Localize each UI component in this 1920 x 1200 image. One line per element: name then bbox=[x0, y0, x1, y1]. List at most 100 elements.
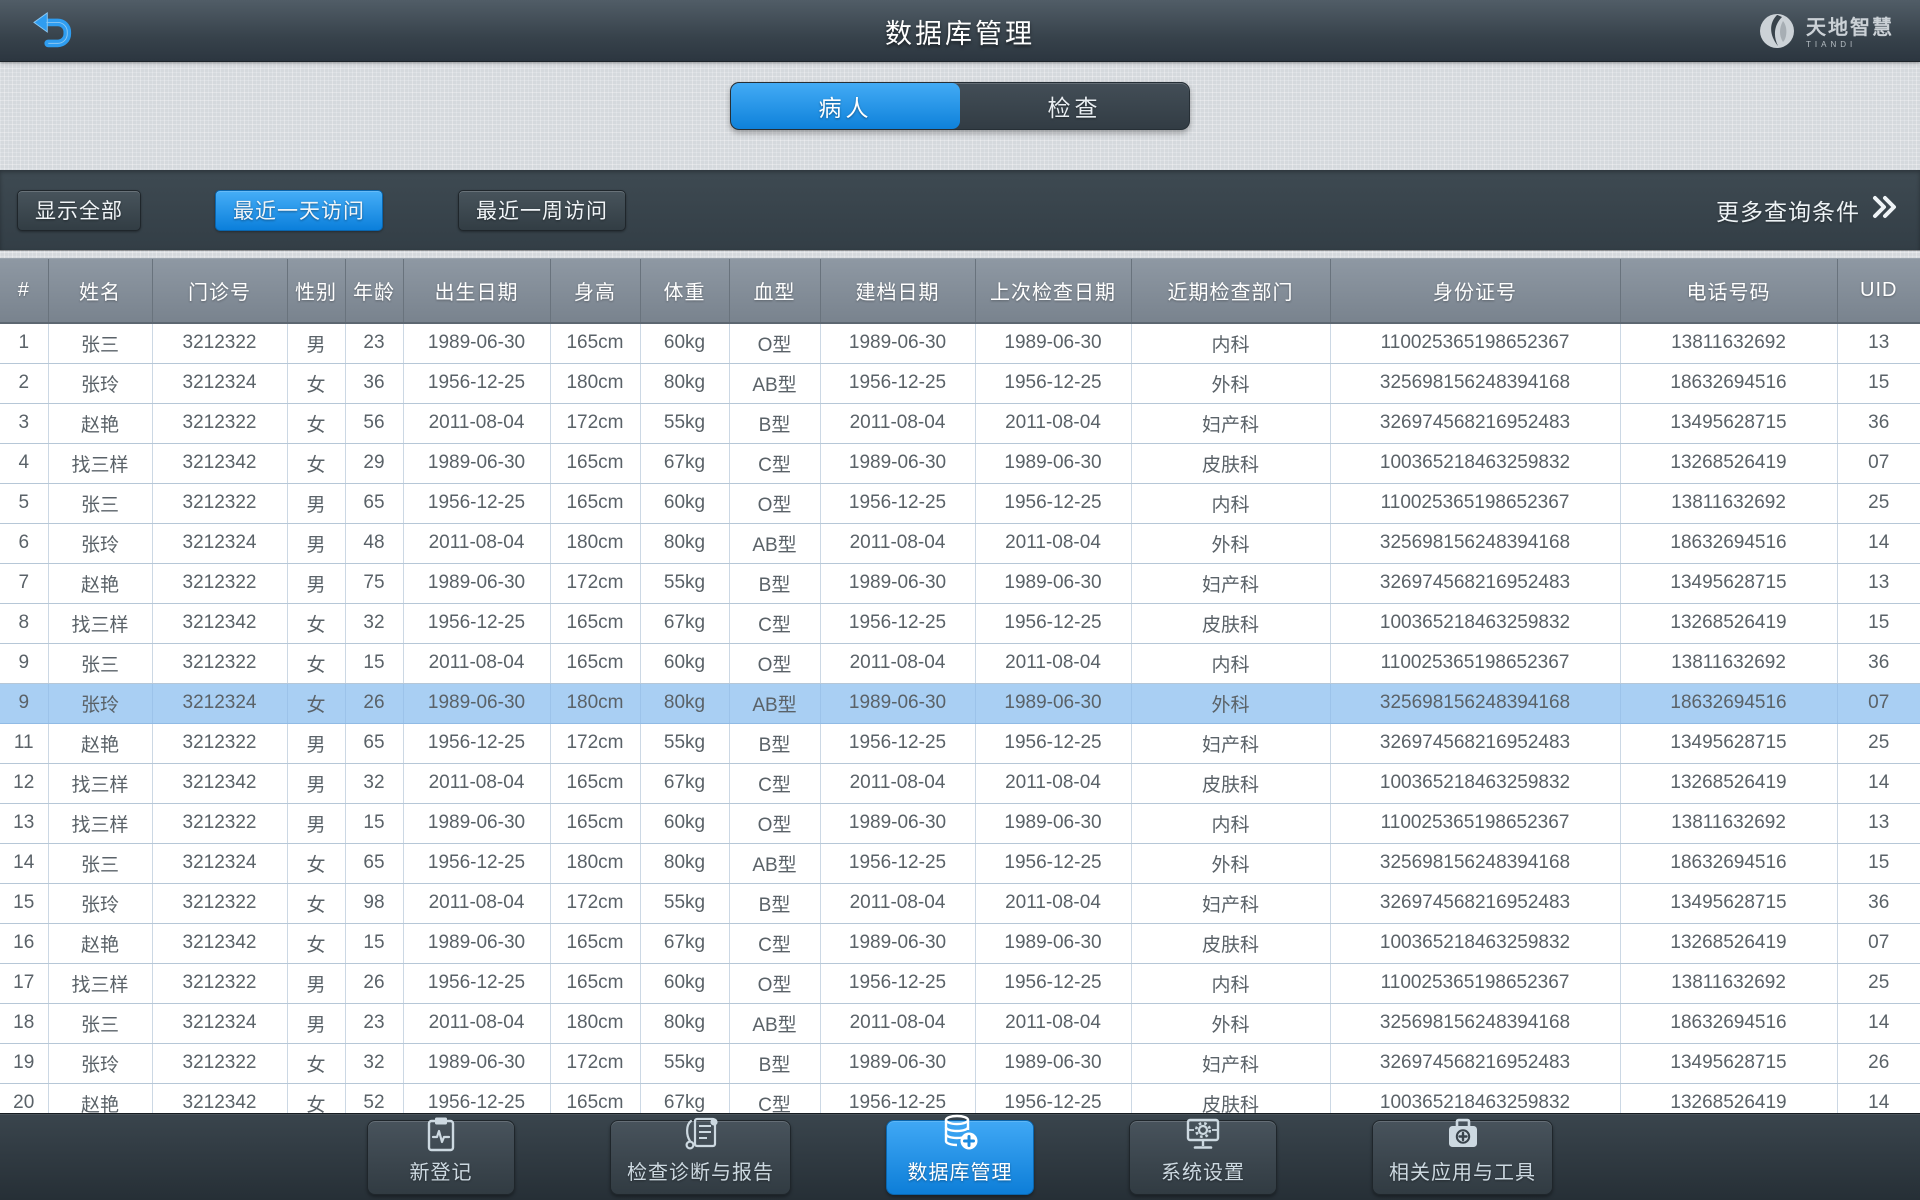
table-cell: 100365218463259832 bbox=[1330, 763, 1621, 804]
filter-last-week-button[interactable]: 最近一周访问 bbox=[458, 189, 626, 231]
table-cell: 皮肤科 bbox=[1131, 923, 1331, 964]
table-cell: AB型 bbox=[729, 843, 821, 884]
nav-label: 检查诊断与报告 bbox=[627, 1161, 774, 1184]
table-cell: 32 bbox=[345, 1043, 404, 1084]
table-cell: 张三 bbox=[48, 323, 153, 364]
table-cell: 60kg bbox=[640, 803, 730, 844]
table-row[interactable]: 16 赵艳 3212342 女 15 1989-06-30 165cm 67kg C型 1989-… bbox=[0, 923, 1920, 964]
table-cell: 皮肤科 bbox=[1131, 763, 1331, 804]
column-header: 年龄 bbox=[345, 259, 404, 324]
table-cell: 内科 bbox=[1131, 483, 1331, 524]
table-cell: 1956-12-25 bbox=[820, 963, 976, 1004]
table-cell: 80kg bbox=[640, 683, 730, 724]
nav-system-settings-button[interactable]: 系统设置 bbox=[1129, 1118, 1277, 1195]
table-cell: 172cm bbox=[550, 883, 641, 924]
table-cell: 325698156248394168 bbox=[1330, 683, 1621, 724]
nav-related-apps-tools-button[interactable]: 相关应用与工具 bbox=[1372, 1118, 1553, 1195]
table-cell: 55kg bbox=[640, 723, 730, 764]
table-cell: 180cm bbox=[550, 843, 641, 884]
table-cell: 19 bbox=[0, 1043, 49, 1084]
table-row[interactable]: 11 赵艳 3212322 男 65 1956-12-25 172cm 55kg B型 1956-… bbox=[0, 723, 1920, 764]
table-cell: 80kg bbox=[640, 1003, 730, 1044]
table-row[interactable]: 4 找三样 3212342 女 29 1989-06-30 165cm 67kg C型 1989-… bbox=[0, 443, 1920, 484]
table-row[interactable]: 2 张玲 3212324 女 36 1956-12-25 180cm 80kg AB型 1956-… bbox=[0, 363, 1920, 404]
table-cell: O型 bbox=[729, 323, 821, 364]
table-row[interactable]: 1 张三 3212322 男 23 1989-06-30 165cm 60kg O型 1989-0… bbox=[0, 323, 1920, 364]
table-cell: 找三样 bbox=[48, 603, 153, 644]
table-cell: 女 bbox=[287, 683, 346, 724]
table-cell: 180cm bbox=[550, 1003, 641, 1044]
table-cell: 3212324 bbox=[152, 683, 288, 724]
table-row[interactable]: 9 张三 3212322 女 15 2011-08-04 165cm 60kg O型 2011-0… bbox=[0, 643, 1920, 684]
table-cell: C型 bbox=[729, 603, 821, 644]
table-row[interactable]: 5 张三 3212322 男 65 1956-12-25 165cm 60kg O型 1956-1… bbox=[0, 483, 1920, 524]
table-cell: 36 bbox=[1837, 883, 1920, 924]
column-header: UID bbox=[1837, 259, 1920, 324]
table-cell: AB型 bbox=[729, 363, 821, 404]
table-cell: 1956-12-25 bbox=[975, 603, 1132, 644]
tab-examination[interactable]: 检查 bbox=[960, 83, 1189, 129]
table-cell: 18632694516 bbox=[1620, 683, 1838, 724]
table-cell: 张玲 bbox=[48, 1043, 153, 1084]
table-cell: 1956-12-25 bbox=[975, 843, 1132, 884]
table-cell: 13 bbox=[1837, 803, 1920, 844]
nav-exam-report-button[interactable]: 检查诊断与报告 bbox=[610, 1117, 791, 1195]
column-header: 上次检查日期 bbox=[975, 259, 1132, 324]
table-row[interactable]: 15 张玲 3212322 女 98 2011-08-04 172cm 55kg B型 2011-… bbox=[0, 883, 1920, 924]
table-cell: 13268526419 bbox=[1620, 603, 1838, 644]
table-cell: 13 bbox=[1837, 323, 1920, 364]
table-row[interactable]: 12 找三样 3212342 男 32 2011-08-04 165cm 67kg C型 2011… bbox=[0, 763, 1920, 804]
table-cell: 1956-12-25 bbox=[403, 963, 551, 1004]
table-row[interactable]: 3 赵艳 3212322 女 56 2011-08-04 172cm 55kg B型 2011-0… bbox=[0, 403, 1920, 444]
table-cell: B型 bbox=[729, 1043, 821, 1084]
filter-last-day-button[interactable]: 最近一天访问 bbox=[215, 189, 383, 231]
table-cell: 110025365198652367 bbox=[1330, 963, 1621, 1004]
table-cell: 12 bbox=[0, 763, 49, 804]
table-row[interactable]: 19 张玲 3212322 女 32 1989-06-30 172cm 55kg B型 1989-… bbox=[0, 1043, 1920, 1084]
table-cell: 325698156248394168 bbox=[1330, 843, 1621, 884]
table-cell: B型 bbox=[729, 563, 821, 604]
table-cell: 外科 bbox=[1131, 1003, 1331, 1044]
table-row[interactable]: 7 赵艳 3212322 男 75 1989-06-30 172cm 55kg B型 1989-0… bbox=[0, 563, 1920, 604]
more-query-conditions-label: 更多查询条件 bbox=[1716, 199, 1860, 225]
table-cell: 妇产科 bbox=[1131, 563, 1331, 604]
table-cell: 3212322 bbox=[152, 803, 288, 844]
table-row[interactable]: 18 张三 3212324 男 23 2011-08-04 180cm 80kg AB型 2011… bbox=[0, 1003, 1920, 1044]
table-cell: 1989-06-30 bbox=[403, 323, 551, 364]
table-cell: 15 bbox=[345, 643, 404, 684]
table-cell: 3212324 bbox=[152, 523, 288, 564]
brand-subname: TIANDI bbox=[1806, 40, 1857, 49]
table-cell: 13495628715 bbox=[1620, 723, 1838, 764]
table-cell: 25 bbox=[1837, 723, 1920, 764]
table-cell: 1956-12-25 bbox=[975, 963, 1132, 1004]
table-cell: 23 bbox=[345, 323, 404, 364]
tab-group: 病人 检查 bbox=[730, 82, 1190, 130]
table-cell: 女 bbox=[287, 1043, 346, 1084]
tab-patient[interactable]: 病人 bbox=[731, 83, 960, 129]
filter-show-all-button[interactable]: 显示全部 bbox=[17, 189, 141, 231]
nav-database-management-button[interactable]: 数据库管理 bbox=[886, 1114, 1034, 1195]
table-cell: 60kg bbox=[640, 483, 730, 524]
column-header: # bbox=[0, 259, 49, 324]
nav-new-registration-button[interactable]: 新登记 bbox=[367, 1117, 515, 1195]
table-row[interactable]: 6 张玲 3212324 男 48 2011-08-04 180cm 80kg AB型 2011-… bbox=[0, 523, 1920, 564]
table-cell: 14 bbox=[1837, 763, 1920, 804]
more-query-conditions-link[interactable]: 更多查询条件 bbox=[1716, 193, 1898, 227]
table-row[interactable]: 17 找三样 3212322 男 26 1956-12-25 165cm 60kg O型 1956… bbox=[0, 963, 1920, 1004]
table-row[interactable]: 13 找三样 3212322 男 15 1989-06-30 165cm 60kg O型 1989… bbox=[0, 803, 1920, 844]
table-row[interactable]: 8 找三样 3212342 女 32 1956-12-25 165cm 67kg C型 1956-… bbox=[0, 603, 1920, 644]
table-cell: O型 bbox=[729, 483, 821, 524]
table-cell: 2011-08-04 bbox=[403, 763, 551, 804]
table-cell: 13268526419 bbox=[1620, 923, 1838, 964]
table-cell: 3 bbox=[0, 403, 49, 444]
table-row-selected[interactable]: 9 张玲 3212324 女 26 1989-06-30 180cm 80kg AB型 1989-… bbox=[0, 683, 1920, 724]
table-row[interactable]: 14 张三 3212324 女 65 1956-12-25 180cm 80kg AB型 1956… bbox=[0, 843, 1920, 884]
table-cell: 180cm bbox=[550, 523, 641, 564]
table-cell: 14 bbox=[1837, 1003, 1920, 1044]
settings-icon bbox=[1183, 1115, 1223, 1153]
table-cell: 14 bbox=[1837, 523, 1920, 564]
table-cell: 1989-06-30 bbox=[975, 923, 1132, 964]
table-cell: 100365218463259832 bbox=[1330, 443, 1621, 484]
table-cell: 女 bbox=[287, 403, 346, 444]
table-cell: O型 bbox=[729, 643, 821, 684]
